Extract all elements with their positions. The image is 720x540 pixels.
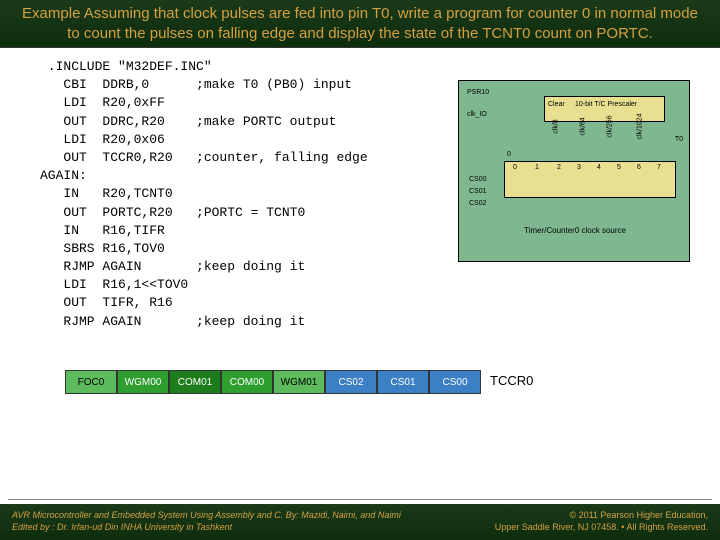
label-clkio: clk_IO: [467, 111, 487, 118]
label-clk1024: clk/1024: [637, 113, 644, 139]
prescaler-diagram: PSR10 clk_IO Clear 10-bit T/C Prescaler …: [458, 80, 690, 262]
footer-book: AVR Microcontroller and Embedded System …: [12, 510, 401, 522]
mux-3: 3: [577, 164, 581, 171]
footer-left: AVR Microcontroller and Embedded System …: [12, 510, 401, 533]
label-0: 0: [507, 151, 511, 158]
bit-cs01: CS01: [377, 370, 429, 394]
label-cs00: CS00: [469, 176, 487, 183]
mux-5: 5: [617, 164, 621, 171]
bit-com00: COM00: [221, 370, 273, 394]
bit-com01: COM01: [169, 370, 221, 394]
bit-cs00: CS00: [429, 370, 481, 394]
mux-box: 0 1 2 3 4 5 6 7: [504, 161, 676, 198]
footer-address: Upper Saddle River, NJ 07458. • All Righ…: [495, 522, 708, 534]
tccr0-register: FOC0 WGM00 COM01 COM00 WGM01 CS02 CS01 C…: [65, 370, 481, 394]
mux-7: 7: [657, 164, 661, 171]
bit-wgm00: WGM00: [117, 370, 169, 394]
label-cs02: CS02: [469, 200, 487, 207]
bit-foc0: FOC0: [65, 370, 117, 394]
label-prescaler: 10-bit T/C Prescaler: [575, 101, 637, 108]
label-clk256: clk/256: [607, 115, 614, 137]
bit-cs02: CS02: [325, 370, 377, 394]
label-bottom: Timer/Counter0 clock source: [524, 226, 626, 235]
slide-title: Example Assuming that clock pulses are f…: [0, 0, 720, 48]
footer-right: © 2011 Pearson Higher Education, Upper S…: [495, 510, 708, 533]
bit-wgm01: WGM01: [273, 370, 325, 394]
prescaler-box: Clear 10-bit T/C Prescaler: [544, 96, 665, 122]
footer: AVR Microcontroller and Embedded System …: [0, 504, 720, 540]
label-t0: T0: [675, 136, 683, 143]
mux-2: 2: [557, 164, 561, 171]
label-clk64: clk/64: [580, 117, 587, 135]
mux-1: 1: [535, 164, 539, 171]
label-clear: Clear: [548, 101, 565, 108]
divider: [8, 499, 712, 500]
label-clk8: clk/8: [553, 119, 560, 133]
mux-4: 4: [597, 164, 601, 171]
tccr0-label: TCCR0: [490, 373, 533, 388]
footer-editor: Edited by : Dr. Irfan-ud Din INHA Univer…: [12, 522, 401, 534]
mux-6: 6: [637, 164, 641, 171]
footer-copyright: © 2011 Pearson Higher Education,: [495, 510, 708, 522]
mux-0: 0: [513, 164, 517, 171]
label-cs01: CS01: [469, 188, 487, 195]
label-psr10: PSR10: [467, 89, 489, 96]
